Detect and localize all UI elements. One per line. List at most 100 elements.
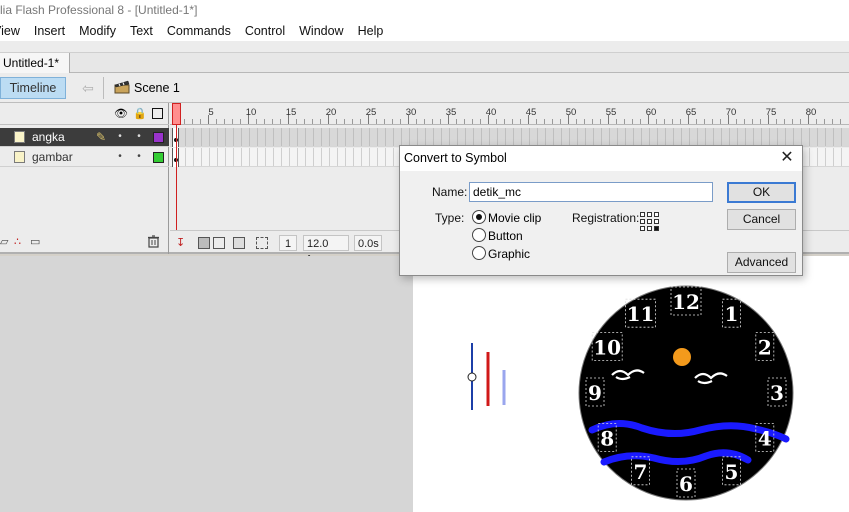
ruler-tick xyxy=(224,119,225,124)
ruler-tick xyxy=(456,119,457,124)
trash-icon[interactable] xyxy=(147,235,160,248)
document-tab[interactable]: Untitled-1* xyxy=(0,53,70,73)
registration-point xyxy=(467,372,477,382)
ruler-tick xyxy=(424,119,425,124)
cancel-button[interactable]: Cancel xyxy=(727,209,796,230)
ruler-tick xyxy=(312,119,313,124)
ruler-tick xyxy=(192,119,193,124)
lock-icon[interactable]: 🔒 xyxy=(133,108,147,120)
outline-square-icon[interactable] xyxy=(152,108,163,119)
type-option-label[interactable]: Button xyxy=(488,229,523,243)
ruler-tick xyxy=(656,119,657,124)
clock-face[interactable] xyxy=(578,285,794,501)
ruler-tick xyxy=(560,119,561,124)
ruler-tick xyxy=(344,119,345,124)
ruler-tick xyxy=(304,119,305,124)
clock-number: 9 xyxy=(588,381,602,405)
insert-layer-icon[interactable]: ▱ xyxy=(0,236,8,248)
current-frame: 1 xyxy=(279,235,297,251)
ruler-label: 75 xyxy=(765,107,777,118)
frame-ruler[interactable]: 5 10 15 20 25 30 35 40 45 50 55 60 65 70 75 80 xyxy=(170,103,849,125)
onion-skin-icon[interactable] xyxy=(198,237,210,249)
visibility-dot[interactable]: • xyxy=(117,152,123,162)
ruler-tick xyxy=(336,119,337,124)
insert-folder-icon[interactable]: ▭ xyxy=(30,236,40,248)
visibility-dot[interactable]: • xyxy=(117,132,123,142)
lock-dot[interactable]: • xyxy=(136,152,142,162)
playhead[interactable] xyxy=(172,103,181,125)
edit-multiple-frames-icon[interactable] xyxy=(233,237,245,249)
advanced-button[interactable]: Advanced xyxy=(727,252,796,273)
menu-window[interactable]: Window xyxy=(292,24,350,38)
ruler-tick xyxy=(376,119,377,124)
ruler-tick xyxy=(552,119,553,124)
ruler-tick xyxy=(544,119,545,124)
ruler-label: 20 xyxy=(325,107,337,118)
ruler-tick xyxy=(584,119,585,124)
layer-row-angka[interactable]: angka ✎ • • xyxy=(0,128,169,147)
menu-insert[interactable]: Insert xyxy=(27,24,72,38)
type-option-label[interactable]: Movie clip xyxy=(488,211,541,225)
clock-number: 7 xyxy=(634,460,648,484)
ruler-tick xyxy=(672,119,673,124)
ruler-tick xyxy=(792,119,793,124)
ruler-tick xyxy=(776,119,777,124)
ruler-tick xyxy=(496,119,497,124)
ruler-tick xyxy=(576,119,577,124)
type-option-label[interactable]: Graphic xyxy=(488,247,530,261)
center-frame-icon[interactable]: ↧ xyxy=(176,237,188,249)
menu-control[interactable]: Control xyxy=(238,24,292,38)
ruler-tick xyxy=(504,119,505,124)
convert-to-symbol-dialog: Convert to Symbol ✕ Name: Type: Movie cl… xyxy=(399,145,803,276)
modify-onion-markers-icon[interactable] xyxy=(256,237,268,249)
onion-outlines-icon[interactable] xyxy=(213,237,225,249)
clock-hands[interactable] xyxy=(467,343,506,410)
registration-grid[interactable] xyxy=(640,212,659,231)
clock-number: 8 xyxy=(600,427,614,451)
clock-number: 10 xyxy=(593,336,621,360)
type-radio-movie-clip[interactable] xyxy=(472,210,486,224)
pencil-icon: ✎ xyxy=(96,130,107,144)
ruler-label: 10 xyxy=(245,107,257,118)
scene-label[interactable]: Scene 1 xyxy=(134,80,180,96)
menu-text[interactable]: Text xyxy=(123,24,160,38)
close-icon[interactable]: ✕ xyxy=(778,149,796,167)
clock-number: 5 xyxy=(725,460,739,484)
menu-commands[interactable]: Commands xyxy=(160,24,238,38)
ok-button[interactable]: OK xyxy=(727,182,796,203)
menu-view[interactable]: View xyxy=(0,24,27,38)
frame-rate[interactable]: 12.0 fps xyxy=(303,235,349,266)
clock-number: 2 xyxy=(758,336,772,360)
eye-icon[interactable]: 👁 xyxy=(114,108,128,120)
ruler-tick xyxy=(536,119,537,124)
layer-row-gambar[interactable]: gambar • • xyxy=(0,148,169,167)
menu-modify[interactable]: Modify xyxy=(72,24,123,38)
layer-name: angka xyxy=(32,130,65,144)
ruler-label: 50 xyxy=(565,107,577,118)
type-radio-graphic[interactable] xyxy=(472,246,486,260)
elapsed-time: 0.0s xyxy=(354,235,382,251)
clock-number: 11 xyxy=(627,302,655,326)
layers-column: 👁 🔒 angka ✎ • • gambar • • ▱ ∴ ▭ xyxy=(0,103,169,254)
ruler-label: 60 xyxy=(645,107,657,118)
layer-outline-color-box[interactable] xyxy=(153,132,164,143)
ruler-tick xyxy=(440,119,441,124)
back-arrow-icon[interactable]: ⇦ xyxy=(78,79,98,97)
type-radio-button[interactable] xyxy=(472,228,486,242)
stage-artwork: 12 12 3 45 6 78 9 1011 xyxy=(467,285,794,501)
menu-help[interactable]: Help xyxy=(351,24,391,38)
ruler-label: 25 xyxy=(365,107,377,118)
layer-outline-color-box[interactable] xyxy=(153,152,164,163)
timeline-toggle-button[interactable]: Timeline xyxy=(0,77,66,99)
ruler-tick xyxy=(416,119,417,124)
ruler-tick xyxy=(232,119,233,124)
ruler-tick xyxy=(704,119,705,124)
ruler-tick xyxy=(360,119,361,124)
lock-dot[interactable]: • xyxy=(136,132,142,142)
type-label: Type: xyxy=(435,211,465,225)
add-motion-guide-icon[interactable]: ∴ xyxy=(14,236,21,248)
ruler-tick xyxy=(480,119,481,124)
ruler-tick xyxy=(184,119,185,124)
symbol-name-input[interactable] xyxy=(469,182,713,202)
edit-bar: Timeline ⇦ Scene 1 xyxy=(0,73,849,103)
